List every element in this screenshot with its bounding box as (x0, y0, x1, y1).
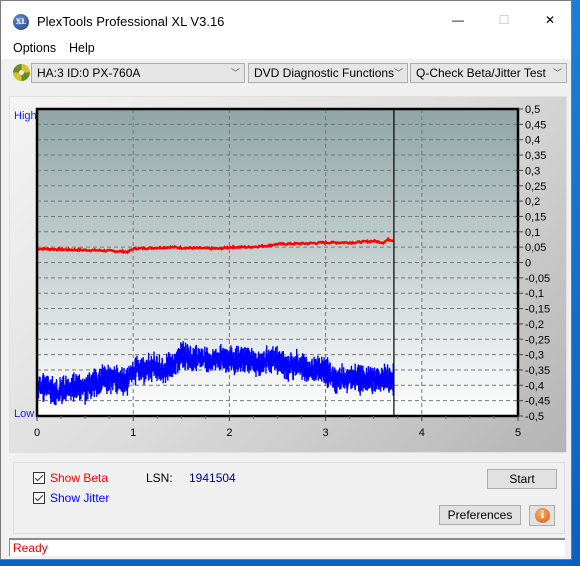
x-tick-label: 2 (226, 427, 232, 439)
app-window: XL PlexTools Professional XL V3.16 — ☐ ✕… (0, 0, 572, 560)
desktop-background (572, 0, 580, 566)
show-beta-label[interactable]: Show Beta (50, 471, 108, 485)
start-button[interactable]: Start (487, 469, 557, 489)
show-jitter-label[interactable]: Show Jitter (50, 491, 109, 505)
status-bar: Ready (9, 538, 565, 556)
y-tick-label: -0,2 (525, 319, 544, 331)
y-tick-label: 0,45 (525, 119, 546, 131)
beta-jitter-chart: 0 1 2 3 4 5 0,5 0,45 0,4 0,35 0,3 0,25 0,2 0,15 0,1 0,… (34, 104, 550, 439)
y-tick-label: 0,15 (525, 211, 546, 223)
y-tick-label: 0,35 (525, 150, 546, 162)
y-tick-label: 0,5 (525, 104, 540, 116)
x-tick-label: 4 (419, 427, 425, 439)
y-tick-label: 0,2 (525, 196, 540, 208)
lsn-value: 1941504 (189, 471, 236, 485)
x-tick-label: 0 (34, 427, 40, 439)
y-tick-label: 0,25 (525, 181, 546, 193)
lsn-label: LSN: (146, 471, 173, 485)
x-tick-label: 5 (515, 427, 521, 439)
info-button[interactable]: i (529, 505, 555, 526)
preferences-button[interactable]: Preferences (439, 505, 521, 525)
y-tick-label: 0 (525, 258, 531, 270)
info-icon: i (535, 508, 550, 523)
x-tick-label: 3 (323, 427, 329, 439)
show-jitter-checkbox[interactable] (33, 492, 45, 504)
y-tick-label: 0,05 (525, 242, 546, 254)
y-tick-label: -0,5 (525, 411, 544, 423)
y-tick-label: -0,05 (525, 273, 550, 285)
y-tick-label: -0,35 (525, 365, 550, 377)
status-text: Ready (13, 541, 48, 555)
y-tick-label: -0,15 (525, 304, 550, 316)
y-tick-label: -0,1 (525, 288, 544, 300)
y-tick-label: -0,45 (525, 396, 550, 408)
y-tick-label: 0,3 (525, 165, 540, 177)
y-tick-label: -0,3 (525, 350, 544, 362)
y-tick-label: 0,1 (525, 227, 540, 239)
y-tick-label: 0,4 (525, 135, 540, 147)
x-tick-label: 1 (130, 427, 136, 439)
show-beta-checkbox[interactable] (33, 472, 45, 484)
y-tick-label: -0,4 (525, 380, 544, 392)
y-tick-label: -0,25 (525, 334, 550, 346)
